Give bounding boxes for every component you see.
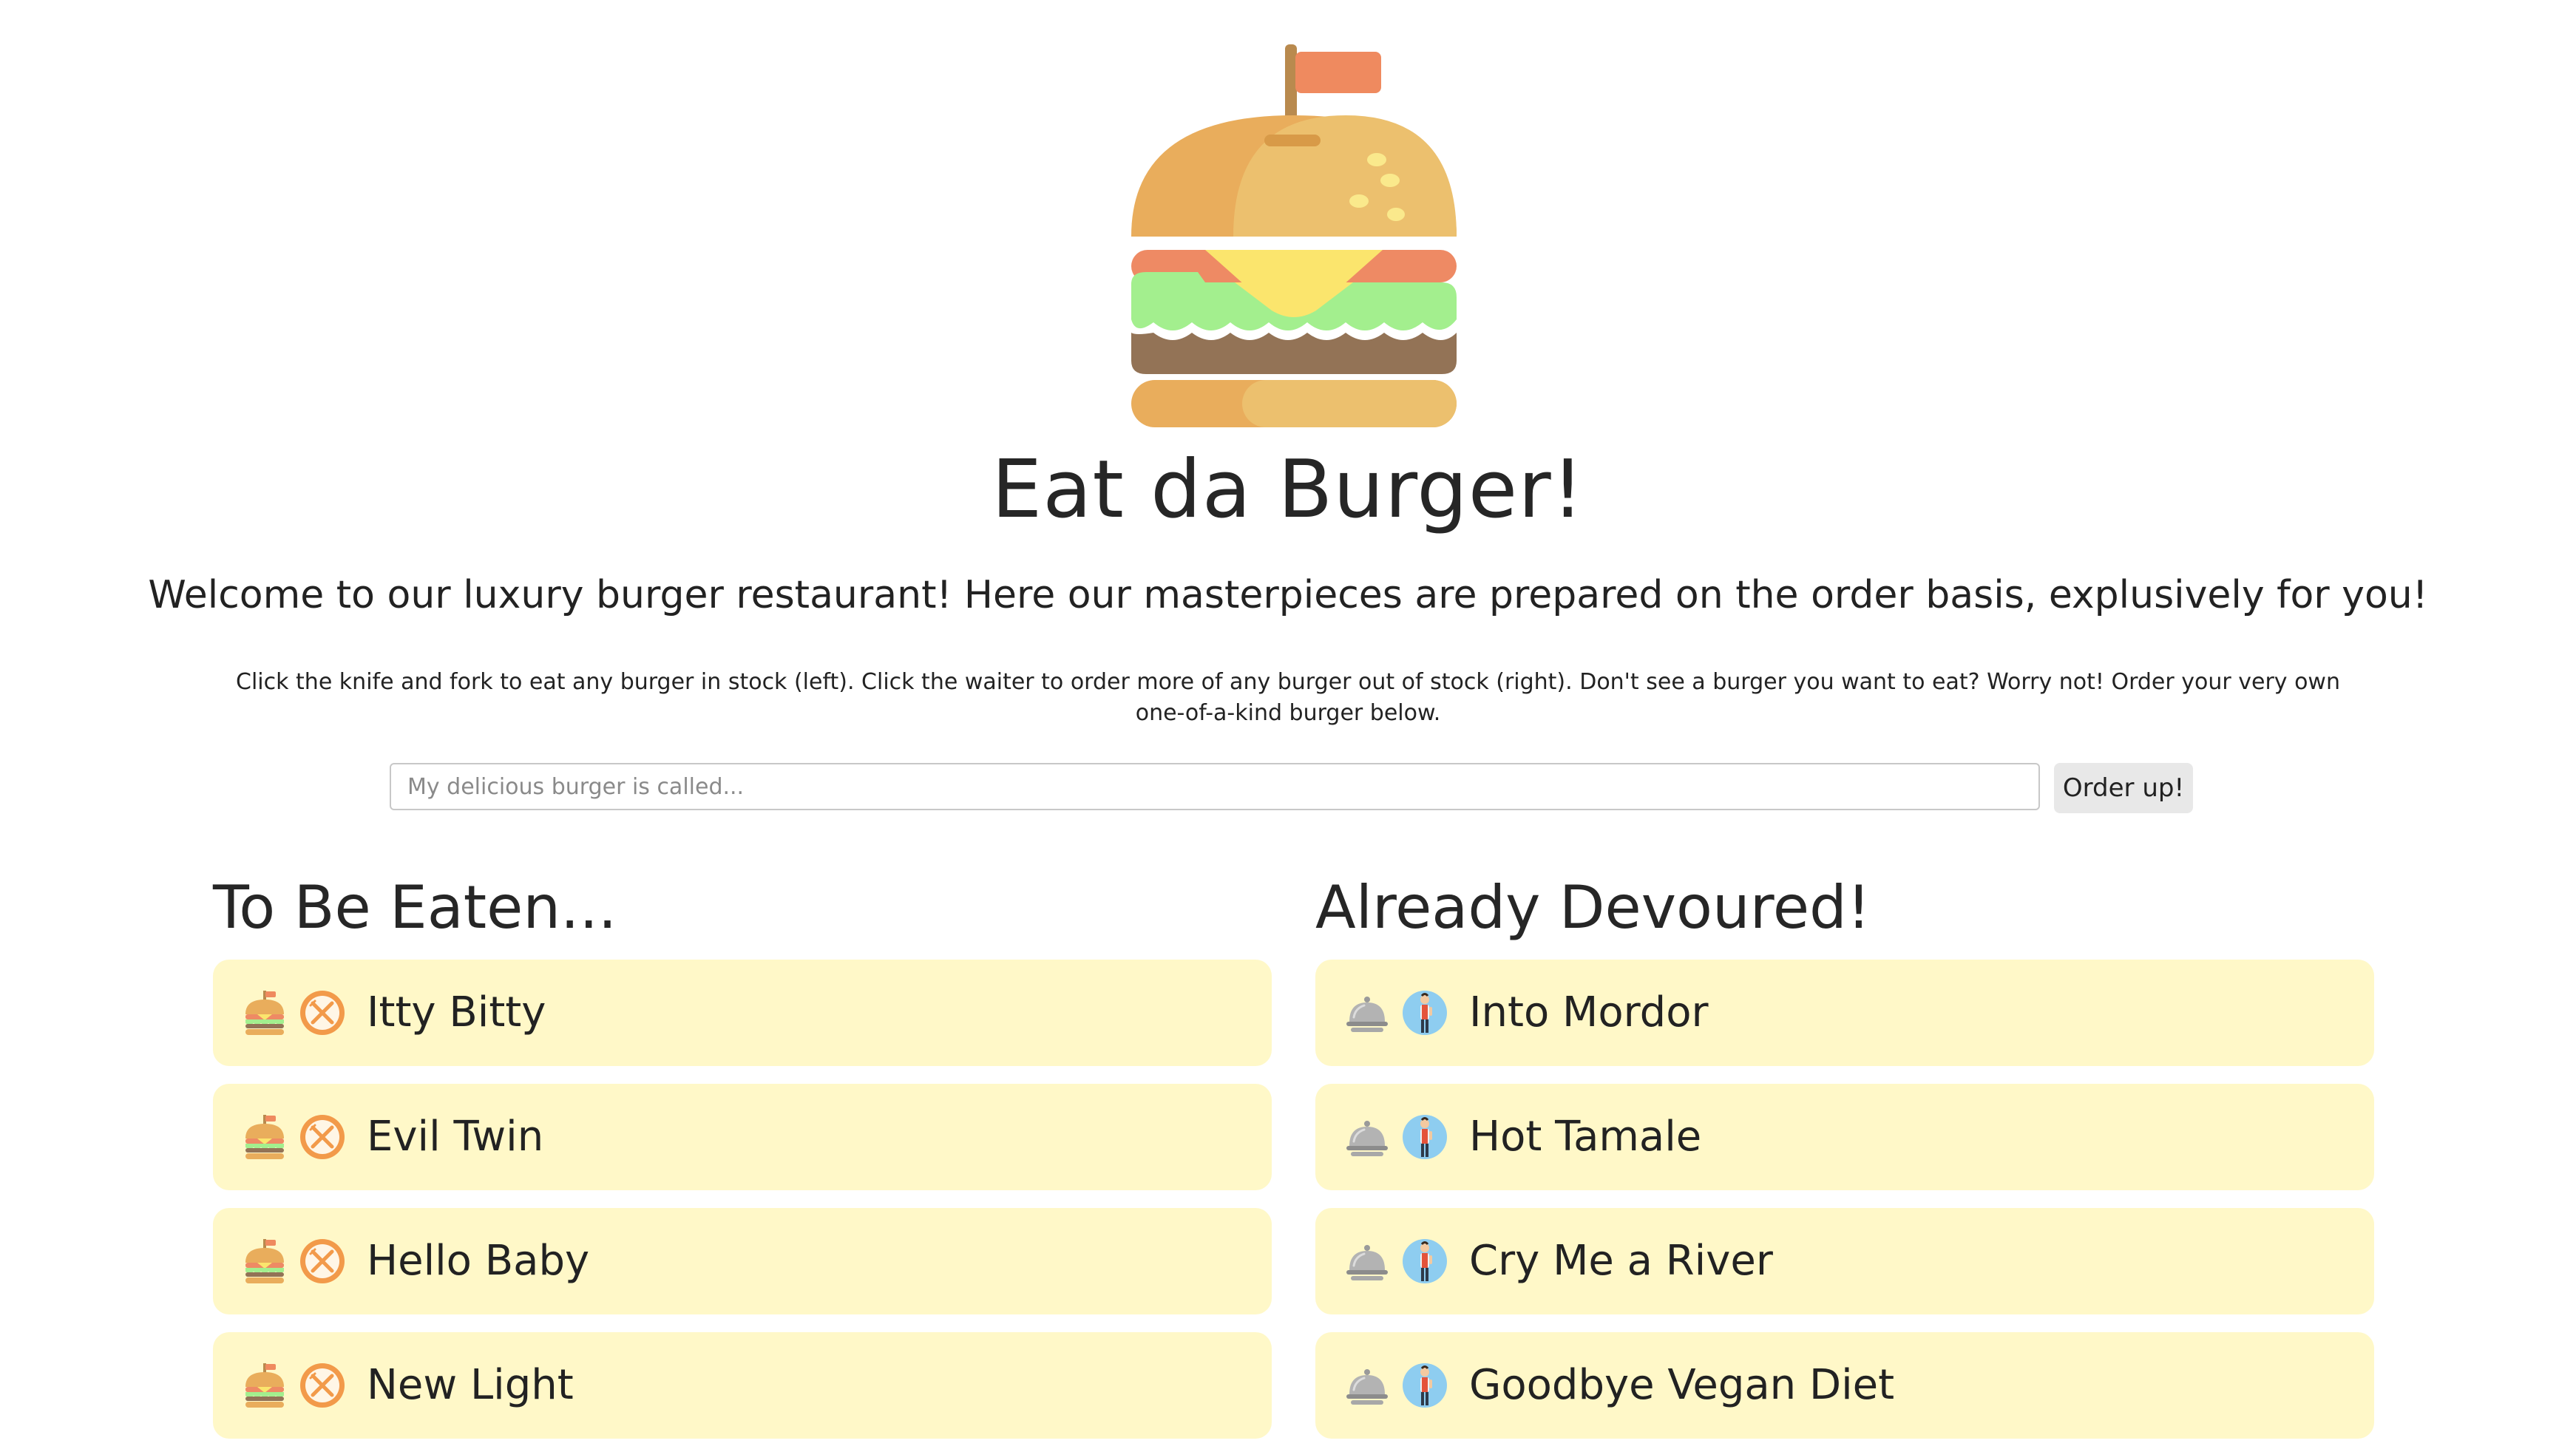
knife-fork-icon[interactable] xyxy=(299,989,346,1036)
cloche-icon xyxy=(1345,1113,1389,1161)
cloche-icon xyxy=(1345,1362,1389,1409)
to-be-eaten-heading: To Be Eaten... xyxy=(213,873,617,942)
burger-name: New Light xyxy=(367,1361,574,1409)
waiter-icon[interactable] xyxy=(1401,1113,1448,1161)
knife-fork-icon[interactable] xyxy=(299,1113,346,1161)
to-be-eaten-burger-card: New Light xyxy=(213,1332,1272,1439)
to-be-eaten-burger-card: Itty Bitty xyxy=(213,960,1272,1066)
cloche-icon xyxy=(1345,1238,1389,1285)
devoured-burger-card: Goodbye Vegan Diet xyxy=(1315,1332,2374,1439)
page-title: Eat da Burger! xyxy=(992,444,1584,536)
burger-icon xyxy=(243,1362,287,1409)
devoured-burger-card: Cry Me a River xyxy=(1315,1208,2374,1314)
burger-name: Cry Me a River xyxy=(1469,1237,1773,1285)
to-be-eaten-column: To Be Eaten... Itty Bitty Evil Twin Hell… xyxy=(213,871,1272,1439)
knife-fork-icon[interactable] xyxy=(299,1238,346,1285)
burger-icon xyxy=(243,989,287,1036)
devoured-burger-card: Hot Tamale xyxy=(1315,1084,2374,1190)
burger-name-input[interactable] xyxy=(390,763,2040,810)
waiter-icon[interactable] xyxy=(1401,1362,1448,1409)
welcome-subtitle: Welcome to our luxury burger restaurant!… xyxy=(148,573,2428,617)
burger-icon xyxy=(243,1238,287,1285)
burger-logo xyxy=(1131,44,1457,427)
burger-name: Itty Bitty xyxy=(367,988,546,1036)
knife-fork-icon[interactable] xyxy=(299,1362,346,1409)
devoured-burger-card: Into Mordor xyxy=(1315,960,2374,1066)
burger-name: Evil Twin xyxy=(367,1113,544,1161)
burger-name: Hello Baby xyxy=(367,1237,590,1285)
devoured-heading: Already Devoured! xyxy=(1315,873,1871,942)
instructions-text: Click the knife and fork to eat any burg… xyxy=(236,669,2340,726)
burger-name: Hot Tamale xyxy=(1469,1113,1702,1161)
to-be-eaten-burger-card: Evil Twin xyxy=(213,1084,1272,1190)
burger-name: Goodbye Vegan Diet xyxy=(1469,1361,1895,1409)
burger-name: Into Mordor xyxy=(1469,988,1709,1036)
devoured-column: Already Devoured! Into Mordor Hot Tamale xyxy=(1315,871,2374,1439)
to-be-eaten-burger-card: Hello Baby xyxy=(213,1208,1272,1314)
order-up-button[interactable]: Order up! xyxy=(2054,763,2193,813)
cloche-icon xyxy=(1345,989,1389,1036)
waiter-icon[interactable] xyxy=(1401,989,1448,1036)
burger-icon xyxy=(243,1113,287,1161)
waiter-icon[interactable] xyxy=(1401,1238,1448,1285)
